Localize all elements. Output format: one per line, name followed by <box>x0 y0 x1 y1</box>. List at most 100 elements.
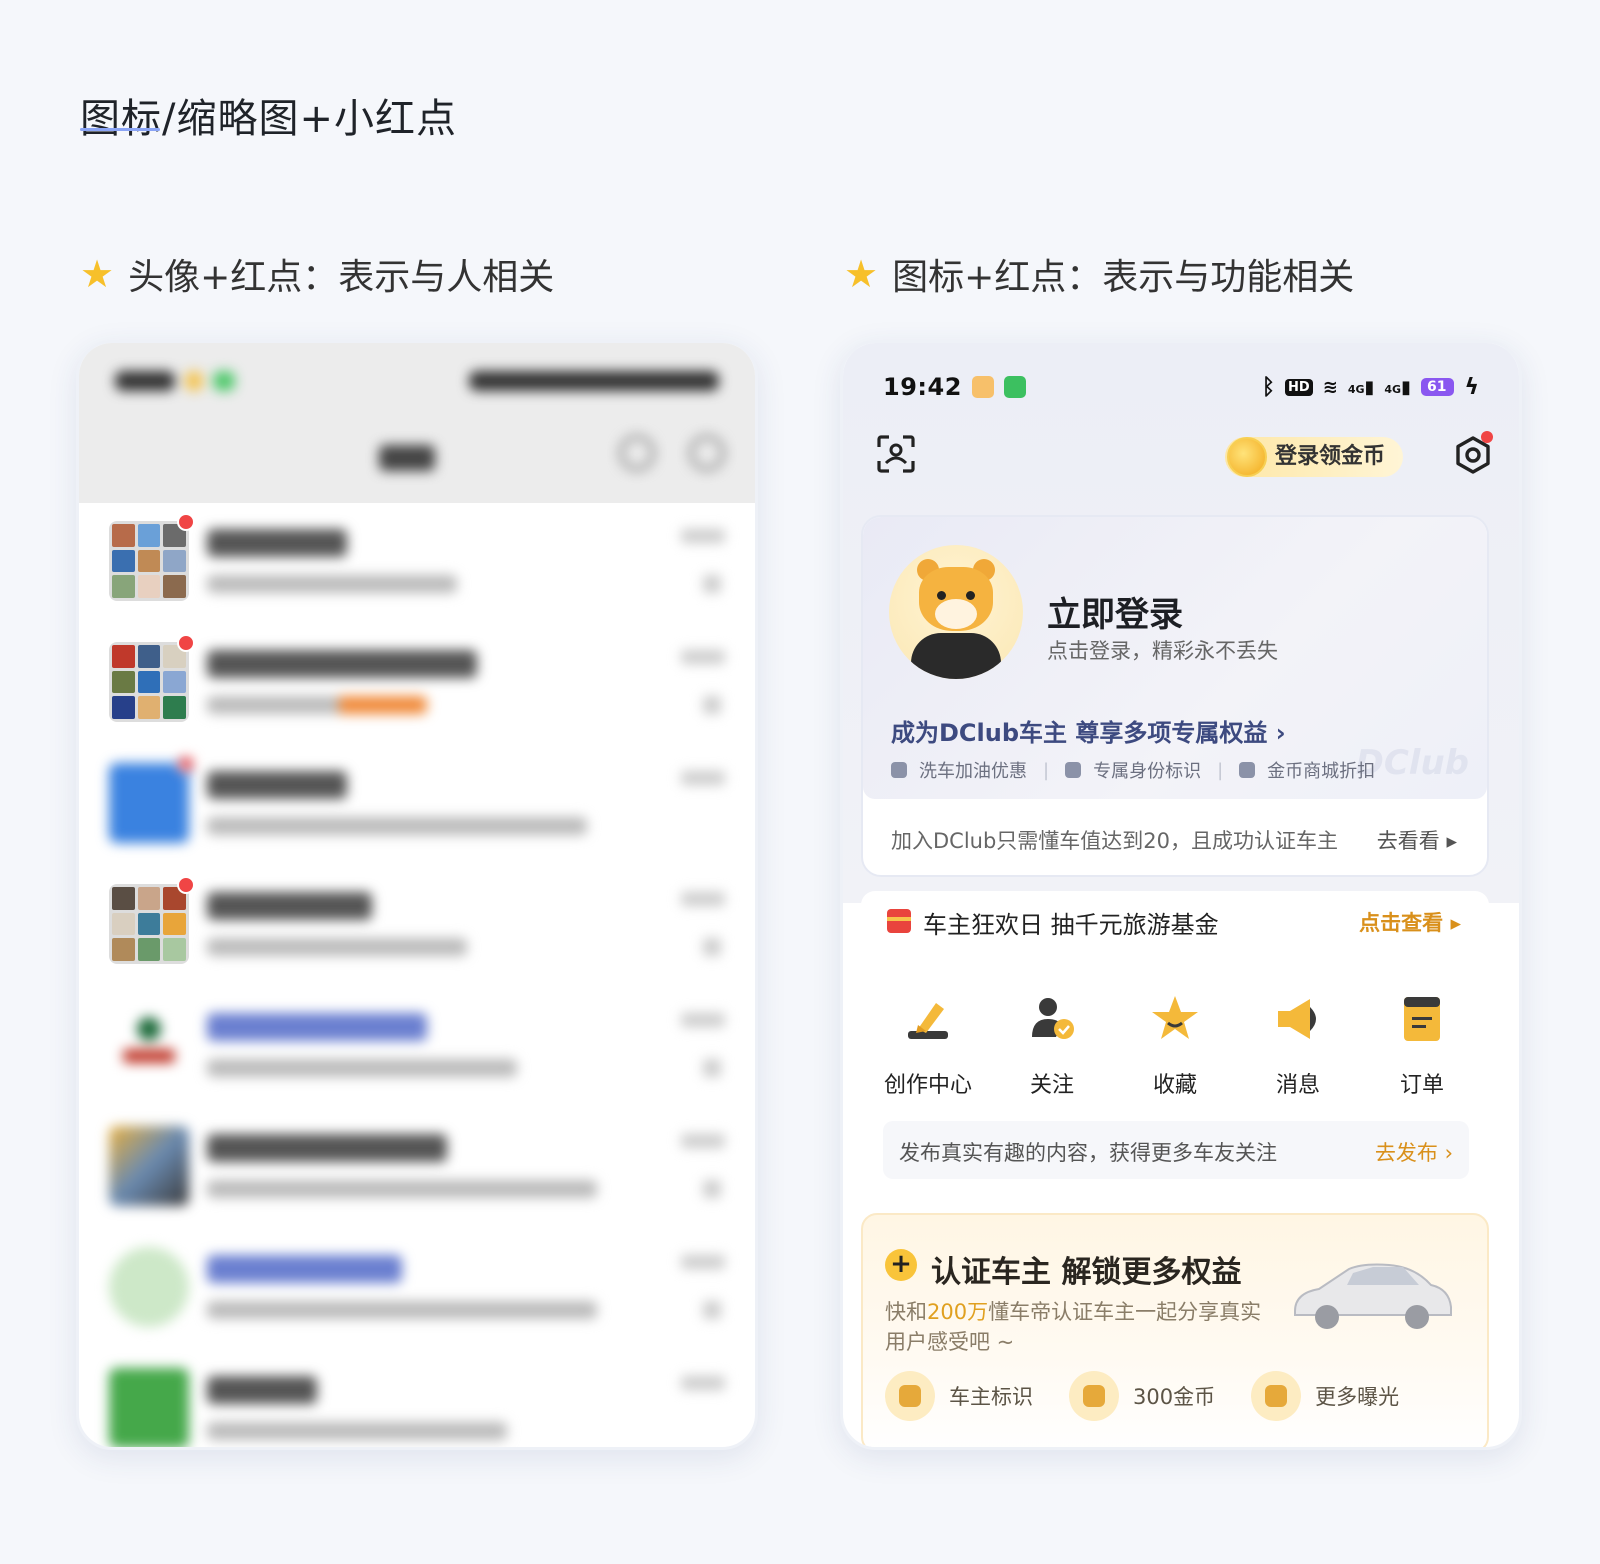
battery-icon: 61 <box>1421 378 1455 396</box>
publish-prompt[interactable]: 发布真实有趣的内容，获得更多车友关注 去发布 › <box>883 1121 1469 1179</box>
benefit-item: 洗车加油优惠 <box>919 761 1027 782</box>
shop-icon <box>1239 762 1256 778</box>
chat-list <box>79 503 755 1447</box>
left-screen-title <box>379 445 435 471</box>
login-title[interactable]: 立即登录 <box>1047 587 1183 636</box>
left-header-icons <box>619 435 725 471</box>
avatar <box>109 884 189 964</box>
function-item-follow[interactable]: 关注 <box>997 993 1107 1099</box>
function-item-messages[interactable]: 消息 <box>1243 993 1353 1099</box>
function-item-orders[interactable]: 订单 <box>1367 993 1477 1099</box>
coin-bag-icon <box>1069 1371 1119 1421</box>
car-illustration-icon <box>1294 1263 1452 1329</box>
publish-text: 发布真实有趣的内容，获得更多车友关注 <box>899 1141 1277 1165</box>
publish-link[interactable]: 去发布 › <box>1375 1137 1453 1167</box>
signal-icon: 4G▮ <box>1384 376 1411 398</box>
star-icon: ★ <box>80 252 115 296</box>
follow-user-icon <box>1032 998 1074 1039</box>
owner-badge-icon <box>885 1371 935 1421</box>
function-label: 关注 <box>1029 1073 1074 1098</box>
list-item[interactable] <box>79 1229 755 1350</box>
status-bar: 19:42 ᛒ HD ≋ 4G▮ 4G▮ 61 ϟ <box>883 367 1479 407</box>
login-card-top: 立即登录 点击登录，精彩永不丢失 DClub 成为DClub车主 尊享多项专属权… <box>863 517 1487 799</box>
certify-description: 快和200万懂车帝认证车主一起分享真实用户感受吧 ~ <box>885 1300 1262 1354</box>
certify-owner-card[interactable]: + 认证车主 解锁更多权益 快和200万懂车帝认证车主一起分享真实用户感受吧 ~… <box>861 1213 1489 1447</box>
login-subtitle: 点击登录，精彩永不丢失 <box>1047 639 1278 663</box>
signal-icon: 4G▮ <box>1347 376 1375 398</box>
car-wash-icon <box>891 762 907 778</box>
login-coin-button[interactable]: 登录领金币 <box>1225 437 1404 477</box>
list-item[interactable] <box>79 866 755 987</box>
function-label: 消息 <box>1275 1073 1320 1098</box>
avatar <box>109 521 189 601</box>
left-status-bar <box>115 371 235 391</box>
left-phone-mockup <box>76 340 758 1450</box>
star-icon: ★ <box>844 252 879 296</box>
red-dot-badge <box>1481 431 1493 443</box>
login-card[interactable]: 立即登录 点击登录，精彩永不丢失 DClub 成为DClub车主 尊享多项专属权… <box>861 515 1489 877</box>
list-item[interactable] <box>79 503 755 624</box>
flame-icon <box>1251 1371 1302 1421</box>
avatar <box>109 1126 189 1206</box>
list-item[interactable] <box>79 745 755 866</box>
list-item[interactable] <box>79 1350 755 1447</box>
list-item[interactable] <box>79 987 755 1108</box>
red-dot-badge <box>177 876 195 894</box>
message-notification-icon <box>1003 376 1026 398</box>
red-dot-badge <box>177 513 195 531</box>
join-requirement-text: 加入DClub只需懂车值达到20，且成功认证车主 <box>891 829 1339 853</box>
left-heading-text: 头像+红点：表示与人相关 <box>128 257 555 298</box>
dclub-promo-link[interactable]: 成为DClub车主 尊享多项专属权益 › <box>891 713 1286 748</box>
festival-banner[interactable]: 车主狂欢日 抽千元旅游基金 点击查看 ▸ <box>861 891 1489 953</box>
list-item[interactable] <box>79 624 755 745</box>
title-underline <box>80 128 160 131</box>
bluetooth-icon: ᛒ <box>1261 374 1276 400</box>
scan-icon[interactable] <box>877 435 915 473</box>
right-section-heading: ★ 图标+红点：表示与功能相关 <box>844 248 1354 300</box>
certify-benefit-item: 车主标识 <box>885 1371 1033 1421</box>
page-title: 图标/缩略图+小红点 <box>80 96 457 142</box>
function-item-favorites[interactable]: 收藏 <box>1120 993 1230 1099</box>
right-phone-mockup: 19:42 ᛒ HD ≋ 4G▮ 4G▮ 61 ϟ 登录领金币 立即登录 点击登… <box>840 340 1522 1450</box>
coin-button-label: 登录领金币 <box>1275 444 1386 469</box>
right-heading-text: 图标+红点：表示与功能相关 <box>892 257 1355 298</box>
pen-icon <box>908 1003 948 1039</box>
medal-icon <box>1065 762 1082 778</box>
certify-benefit-item: 300金币 <box>1069 1371 1215 1421</box>
function-label: 收藏 <box>1152 1073 1197 1098</box>
search-icon[interactable] <box>619 435 655 471</box>
festival-view-link[interactable]: 点击查看 ▸ <box>1359 907 1461 937</box>
avatar <box>109 763 189 843</box>
benefit-list: 洗车加油优惠 | 专属身份标识 | 金币商城折扣 <box>891 757 1375 783</box>
charging-icon: ϟ <box>1464 374 1479 400</box>
status-icons: ᛒ HD ≋ 4G▮ 4G▮ 61 ϟ <box>1262 375 1479 400</box>
benefit-item: 金币商城折扣 <box>1267 761 1376 782</box>
wifi-icon: ≋ <box>1322 376 1338 398</box>
avatar <box>109 1005 189 1085</box>
certify-benefit-item: 更多曝光 <box>1251 1371 1399 1421</box>
status-time: 19:42 <box>883 373 962 401</box>
add-icon[interactable] <box>689 435 725 471</box>
function-item-creator-center[interactable]: 创作中心 <box>873 993 983 1099</box>
function-grid: 创作中心 关注 收藏 消息 订单 发布真实有趣的内容，获得更多车友关注 去发布 … <box>861 969 1489 1199</box>
left-phone-header <box>79 343 755 503</box>
avatar <box>109 642 189 722</box>
hd-icon: HD <box>1285 378 1313 396</box>
function-label: 订单 <box>1399 1073 1444 1098</box>
red-dot-badge <box>177 634 195 652</box>
app-notification-icon <box>971 376 994 398</box>
megaphone-icon <box>1278 999 1316 1039</box>
list-item[interactable] <box>79 1108 755 1229</box>
order-icon <box>1404 997 1440 1041</box>
left-section-heading: ★ 头像+红点：表示与人相关 <box>80 248 554 300</box>
festival-text: 车主狂欢日 抽千元旅游基金 <box>923 911 1219 939</box>
left-status-icons <box>469 371 719 391</box>
view-more-link[interactable]: 去看看 ▸ <box>1377 825 1457 855</box>
gift-icon <box>887 909 911 933</box>
function-label: 创作中心 <box>883 1073 972 1098</box>
avatar <box>109 1247 189 1327</box>
tiger-mascot-avatar <box>889 545 1023 679</box>
benefit-item: 专属身份标识 <box>1093 761 1202 782</box>
star-icon <box>1152 996 1198 1039</box>
plus-icon: + <box>885 1249 917 1281</box>
